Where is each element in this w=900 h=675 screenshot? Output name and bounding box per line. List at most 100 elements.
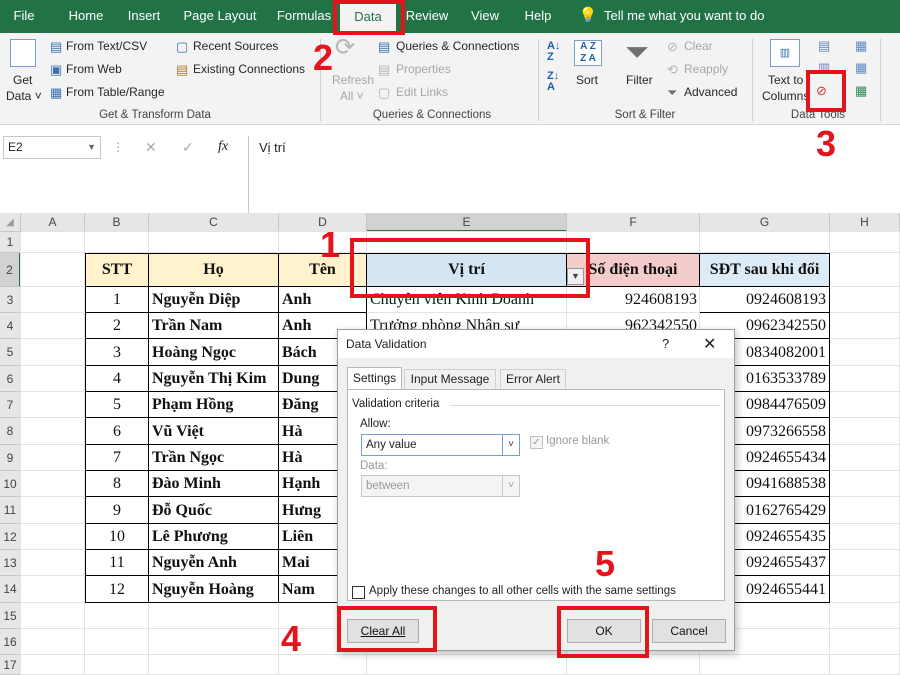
cell-ho[interactable]: Lê Phương: [149, 524, 279, 550]
properties-button[interactable]: Properties: [396, 62, 451, 76]
enter-icon[interactable]: ✓: [182, 139, 194, 156]
data-model-icon[interactable]: ▦: [855, 84, 867, 98]
cell-stt[interactable]: 2: [85, 313, 149, 339]
cell-ho[interactable]: Nguyễn Hoàng: [149, 576, 279, 603]
tab-page-layout[interactable]: Page Layout: [177, 0, 263, 33]
refresh-all-button[interactable]: Refresh: [332, 73, 374, 87]
cell-ho[interactable]: Phạm Hồng: [149, 392, 279, 418]
cell-stt[interactable]: 11: [85, 550, 149, 576]
header-stt[interactable]: STT: [85, 253, 149, 287]
cell-ho[interactable]: Vũ Việt: [149, 418, 279, 445]
column-header-g[interactable]: G: [700, 213, 830, 232]
cell-stt[interactable]: 1: [85, 287, 149, 313]
cancel-icon[interactable]: ✕: [145, 139, 157, 156]
cell-stt[interactable]: 8: [85, 471, 149, 497]
select-all-corner[interactable]: ◢: [0, 213, 21, 232]
from-web-button[interactable]: From Web: [66, 62, 122, 76]
cell-stt[interactable]: 5: [85, 392, 149, 418]
sort-az-icon[interactable]: A↓ Z: [547, 41, 560, 63]
tab-formulas[interactable]: Formulas: [272, 0, 336, 33]
edit-links-button[interactable]: Edit Links: [396, 85, 448, 99]
tab-view[interactable]: View: [464, 0, 506, 33]
clear-button[interactable]: Clear: [684, 39, 713, 53]
relationships-icon[interactable]: ▦: [855, 61, 867, 75]
recent-sources-button[interactable]: Recent Sources: [193, 39, 278, 53]
tab-settings[interactable]: Settings: [347, 367, 402, 390]
cell-ho[interactable]: Trần Ngọc: [149, 445, 279, 471]
insert-function-icon[interactable]: fx: [218, 139, 228, 155]
row-header[interactable]: 8: [0, 418, 21, 445]
apply-all-checkbox[interactable]: [352, 586, 365, 599]
column-header-e[interactable]: E: [367, 213, 567, 232]
tab-file[interactable]: File: [6, 0, 42, 33]
header-ho[interactable]: Họ: [149, 253, 279, 287]
cell-ho[interactable]: Nguyễn Anh: [149, 550, 279, 576]
queries-connections-button[interactable]: Queries & Connections: [396, 39, 519, 53]
get-data-label[interactable]: Get: [13, 73, 32, 87]
cell-stt[interactable]: 10: [85, 524, 149, 550]
header-sdt-sau-khi-doi[interactable]: SĐT sau khi đổi: [700, 253, 830, 287]
row-header[interactable]: 9: [0, 445, 21, 471]
ignore-blank-checkbox[interactable]: ✓: [530, 436, 543, 449]
column-header-f[interactable]: F: [567, 213, 700, 232]
tab-home[interactable]: Home: [60, 0, 112, 33]
chevron-down-icon[interactable]: ˅: [502, 476, 519, 496]
cell-ho[interactable]: Đào Minh: [149, 471, 279, 497]
reapply-button[interactable]: Reapply: [684, 62, 728, 76]
name-box[interactable]: E2 ▼: [3, 136, 101, 159]
row-header[interactable]: 5: [0, 339, 21, 366]
cell-ho[interactable]: Nguyễn Thị Kim: [149, 366, 279, 392]
data-select[interactable]: between ˅: [361, 475, 520, 497]
row-header[interactable]: 16: [0, 629, 21, 655]
row-header[interactable]: 11: [0, 497, 21, 524]
row-header[interactable]: 13: [0, 550, 21, 576]
tab-help[interactable]: Help: [518, 0, 558, 33]
row-header[interactable]: 1: [0, 232, 21, 253]
formula-input[interactable]: Vị trí: [248, 136, 900, 213]
cell-ho[interactable]: Trần Nam: [149, 313, 279, 339]
existing-connections-button[interactable]: Existing Connections: [193, 62, 305, 76]
from-text-csv-button[interactable]: From Text/CSV: [66, 39, 147, 53]
cell-stt[interactable]: 3: [85, 339, 149, 366]
cell-stt[interactable]: 6: [85, 418, 149, 445]
tell-me-search[interactable]: Tell me what you want to do: [604, 0, 774, 33]
column-header-a[interactable]: A: [21, 213, 85, 232]
advanced-button[interactable]: Advanced: [684, 85, 737, 99]
help-button[interactable]: ?: [662, 336, 669, 351]
cell-stt[interactable]: 4: [85, 366, 149, 392]
row-header[interactable]: 7: [0, 392, 21, 418]
tab-review[interactable]: Review: [403, 0, 451, 33]
text-to-columns-button[interactable]: Text to: [768, 73, 803, 87]
get-data-label-2[interactable]: Data ˅: [6, 89, 42, 103]
column-header-h[interactable]: H: [830, 213, 900, 232]
row-header[interactable]: 14: [0, 576, 21, 603]
cell-sdt-sau-khi-doi[interactable]: 0924608193: [700, 287, 830, 313]
refresh-all-label[interactable]: All ˅: [340, 89, 364, 103]
flash-fill-icon[interactable]: ▤: [818, 39, 830, 53]
row-header[interactable]: 2: [0, 253, 21, 287]
column-header-c[interactable]: C: [149, 213, 279, 232]
cell-stt[interactable]: 12: [85, 576, 149, 603]
cell-stt[interactable]: 7: [85, 445, 149, 471]
consolidate-icon[interactable]: ▦: [855, 39, 867, 53]
row-header[interactable]: 12: [0, 524, 21, 550]
chevron-down-icon[interactable]: ˅: [502, 435, 519, 455]
cell-ho[interactable]: Nguyễn Diệp: [149, 287, 279, 313]
cell-stt[interactable]: 9: [85, 497, 149, 524]
text-to-columns-label[interactable]: Columns: [762, 89, 809, 103]
row-header[interactable]: 15: [0, 603, 21, 629]
dropdown-arrow-icon[interactable]: ▼: [87, 137, 96, 158]
row-header[interactable]: 10: [0, 471, 21, 497]
tab-insert[interactable]: Insert: [120, 0, 168, 33]
column-header-b[interactable]: B: [85, 213, 149, 232]
row-header[interactable]: 4: [0, 313, 21, 339]
row-header[interactable]: 6: [0, 366, 21, 392]
filter-button[interactable]: Filter: [626, 73, 653, 87]
tab-input-message[interactable]: Input Message: [404, 369, 496, 390]
row-header[interactable]: 17: [0, 655, 21, 675]
sort-button[interactable]: Sort: [576, 73, 598, 87]
close-icon[interactable]: ✕: [703, 334, 716, 354]
row-header[interactable]: 3: [0, 287, 21, 313]
tab-error-alert[interactable]: Error Alert: [500, 369, 566, 390]
from-table-range-button[interactable]: From Table/Range: [66, 85, 165, 99]
